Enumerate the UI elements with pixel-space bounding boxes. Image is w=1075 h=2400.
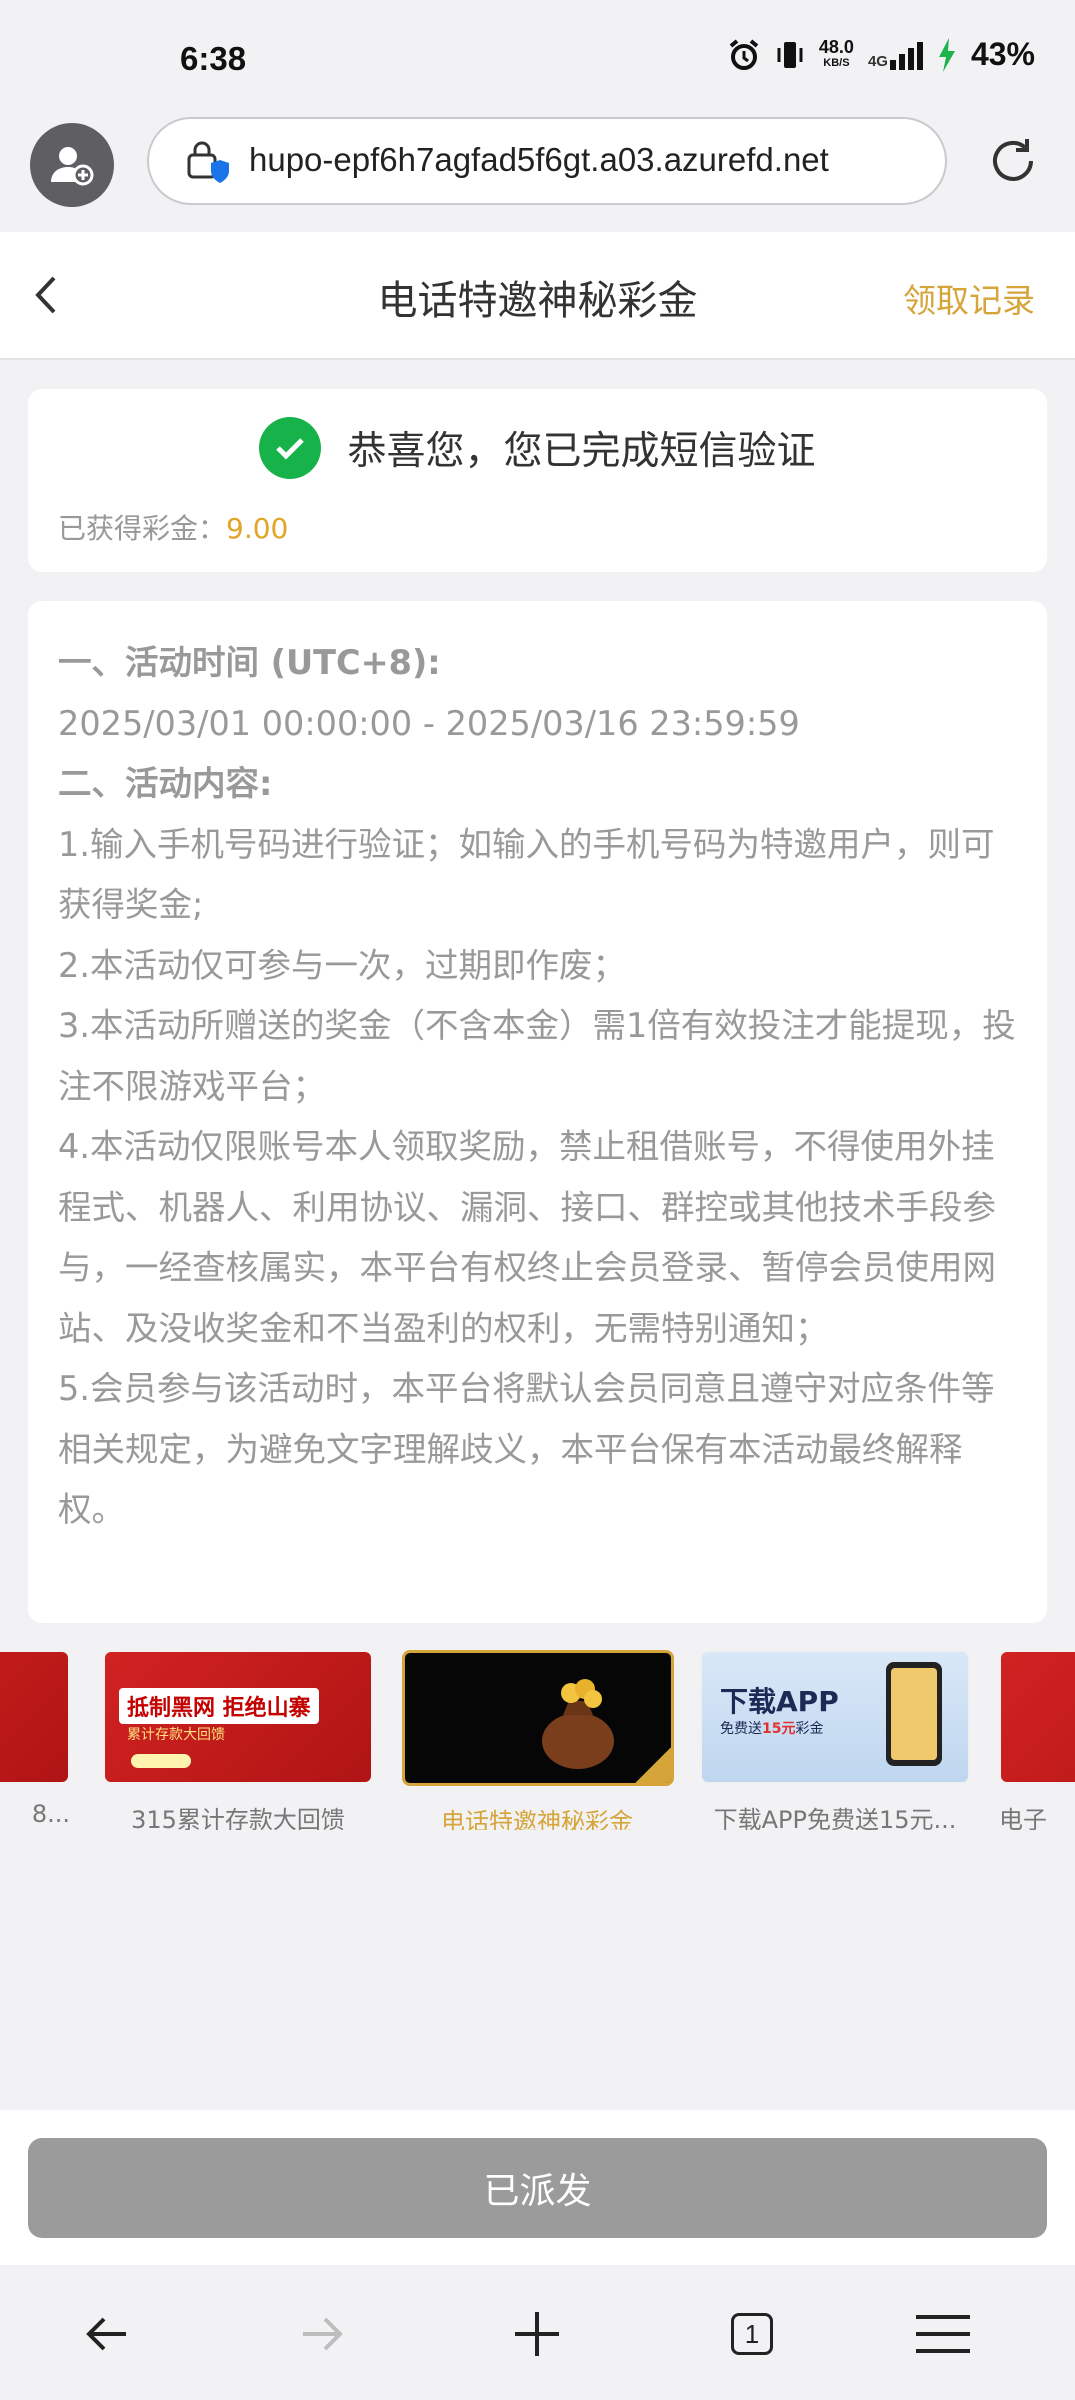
rules-item: 4.本活动仅限账号本人领取奖励，禁止租借账号，不得使用外挂程式、机器人、利用协议…: [58, 1127, 996, 1348]
browser-bottom-nav: 1: [0, 2265, 1075, 2400]
banner-headline: 下载APP: [720, 1685, 839, 1718]
net-speed: 48.0 KB/S: [818, 36, 854, 69]
status-bar: 6:38 48.0 KB/S 4G 43%: [0, 0, 1075, 115]
banner-subline: 免费送15元彩金: [720, 1721, 824, 1737]
promo-banner-caption: 315累计存款大回馈: [131, 1806, 345, 1830]
rules-content-heading: 二、活动内容:: [58, 764, 273, 803]
nav-forward-button[interactable]: [287, 2301, 357, 2367]
dispatched-button[interactable]: 已派发: [28, 2138, 1047, 2238]
new-tab-icon: [515, 2312, 559, 2356]
battery-charging-icon: [938, 37, 955, 72]
banner-cta: [131, 1754, 191, 1768]
nav-back-button[interactable]: [72, 2301, 142, 2367]
promo-banner-image: [999, 1650, 1075, 1784]
banner-headline: 抵制黑网 拒绝山寨: [119, 1688, 319, 1724]
phone-illustration: [886, 1662, 942, 1766]
url-text[interactable]: hupo-epf6h7agfad5f6gt.a03.azurefd.net: [249, 141, 829, 179]
menu-icon: [916, 2315, 970, 2353]
success-message: 恭喜您，您已完成短信验证: [347, 429, 816, 474]
user-add-icon: [51, 147, 94, 186]
network-type: 4G: [867, 52, 888, 70]
selected-check-icon: [635, 1747, 671, 1783]
promo-carousel[interactable]: 8... 抵制黑网 拒绝山寨 累计存款大回馈 315累计存款大回馈 电话特邀神秘…: [0, 1650, 1075, 1830]
status-time: 6:38: [180, 40, 247, 77]
promo-banner-active[interactable]: 电话特邀神秘彩金: [402, 1650, 674, 1830]
promo-banner[interactable]: 抵制黑网 拒绝山寨 累计存款大回馈 315累计存款大回馈: [103, 1650, 373, 1830]
activity-rules-card: 一、活动时间 (UTC+8): 2025/03/01 00:00:00 - 20…: [28, 601, 1047, 1623]
alarm-icon: [729, 38, 759, 70]
promo-banner[interactable]: 电子: [999, 1650, 1075, 1830]
rules-time-heading: 一、活动时间 (UTC+8):: [58, 643, 441, 682]
footer-action-area: 已派发: [0, 2110, 1075, 2265]
rules-item: 1.输入手机号码进行验证；如输入的手机号码为特邀用户，则可获得奖金;: [58, 824, 995, 925]
promo-banner-image: [402, 1650, 674, 1786]
records-link[interactable]: 领取记录: [903, 274, 1035, 322]
promo-banner-caption: 电子: [999, 1806, 1047, 1830]
tabs-icon: 1: [731, 2313, 773, 2355]
address-bar[interactable]: hupo-epf6h7agfad5f6gt.a03.azurefd.net: [147, 117, 947, 205]
page-header: 电话特邀神秘彩金 领取记录: [0, 232, 1075, 360]
rules-item: 2.本活动仅可参与一次，过期即作废；: [58, 945, 626, 985]
earned-amount: 9.00: [226, 512, 289, 545]
profile-button[interactable]: [30, 123, 114, 207]
banner-subline: 累计存款大回馈: [127, 1727, 225, 1743]
nav-back-icon: [86, 2317, 126, 2351]
browser-toolbar: hupo-epf6h7agfad5f6gt.a03.azurefd.net: [0, 115, 1075, 232]
promo-banner-image: [0, 1650, 70, 1784]
promo-banner-caption: 8...: [31, 1800, 70, 1828]
promo-banner-caption: 电话特邀神秘彩金: [441, 1808, 633, 1830]
promo-banner-image: 抵制黑网 拒绝山寨 累计存款大回馈: [103, 1650, 373, 1784]
verification-success-card: 恭喜您，您已完成短信验证 已获得彩金：9.00: [28, 389, 1047, 572]
check-circle-icon: [259, 417, 322, 479]
tabs-button[interactable]: 1: [717, 2301, 787, 2367]
promo-banner-caption: 下载APP免费送15元...: [713, 1806, 957, 1830]
signal-icon: [889, 40, 923, 70]
menu-button[interactable]: [908, 2301, 978, 2367]
earned-bonus: 已获得彩金：9.00: [58, 512, 289, 545]
status-icons: 48.0 KB/S 4G 43%: [727, 36, 1035, 73]
money-bag-icon: [542, 1679, 614, 1769]
nav-forward-icon: [303, 2317, 343, 2351]
promo-banner[interactable]: 8...: [0, 1650, 70, 1828]
battery-percent: 43%: [970, 36, 1035, 72]
promo-banner[interactable]: 下载APP 免费送15元彩金 下载APP免费送15元...: [700, 1650, 970, 1830]
vibrate-icon: [777, 41, 803, 68]
new-tab-button[interactable]: [502, 2301, 572, 2367]
lock-shield-icon[interactable]: [183, 139, 229, 185]
rules-item: 5.会员参与该活动时，本平台将默认会员同意且遵守对应条件等相关规定，为避免文字理…: [58, 1369, 995, 1529]
rules-item: 3.本活动所赠送的奖金（不含本金）需1倍有效投注才能提现，投注不限游戏平台；: [58, 1006, 1016, 1106]
reload-icon[interactable]: [985, 133, 1041, 189]
promo-banner-image: 下载APP 免费送15元彩金: [700, 1650, 970, 1784]
rules-time-range: 2025/03/01 00:00:00 - 2025/03/16 23:59:5…: [58, 703, 800, 743]
